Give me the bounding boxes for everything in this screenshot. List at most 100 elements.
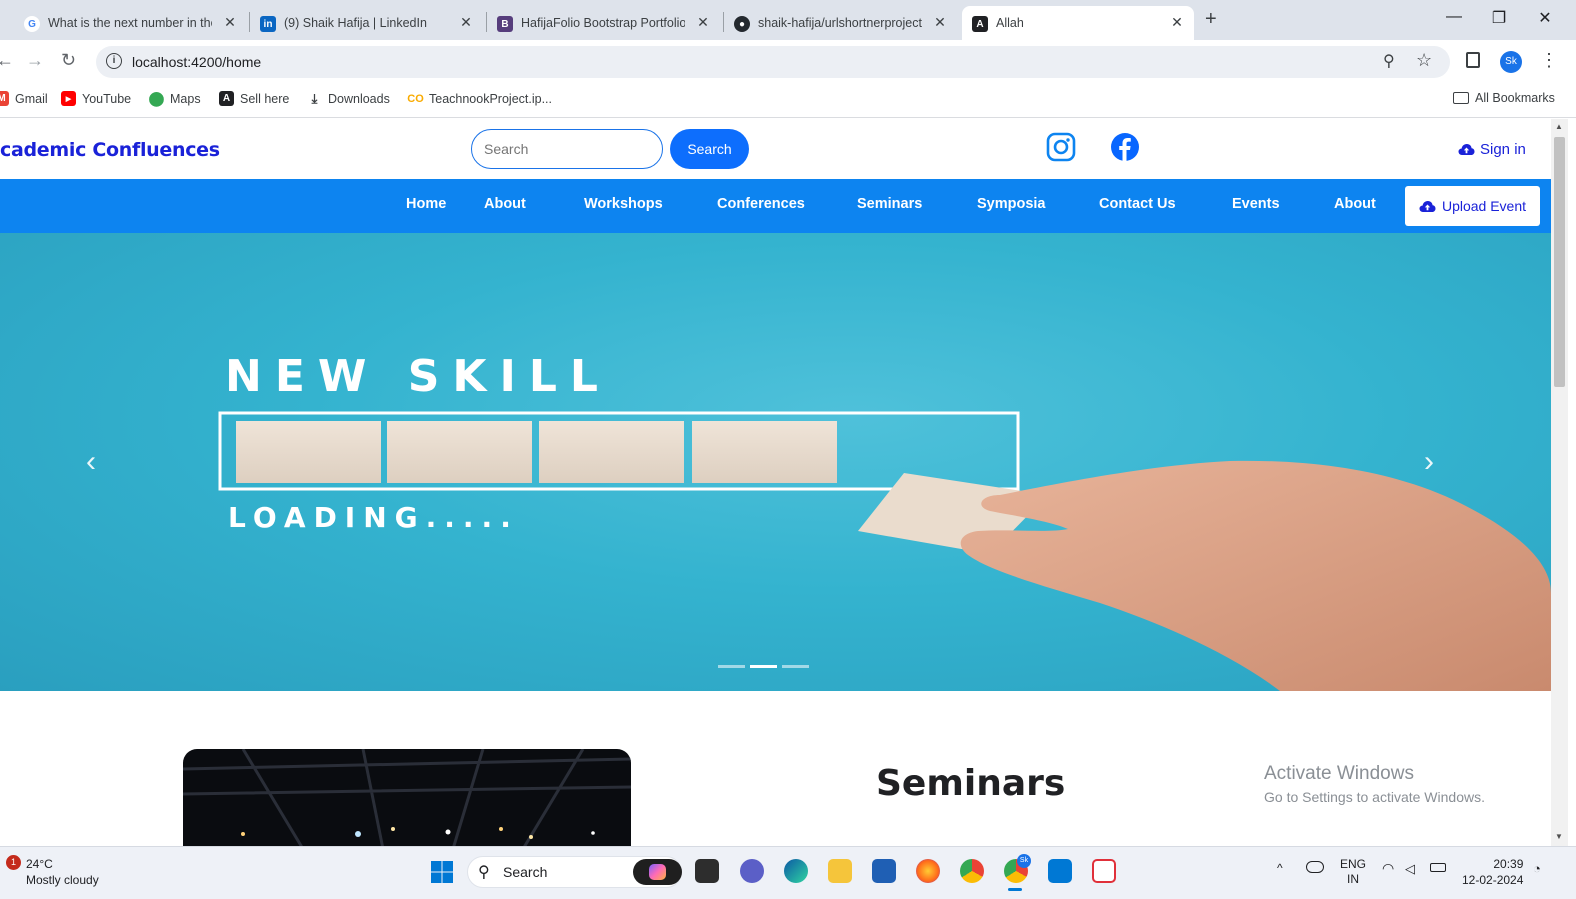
nav-workshops[interactable]: Workshops xyxy=(584,196,663,212)
task-view-icon[interactable] xyxy=(695,859,719,883)
hero-carousel: NEW SKILL LOADING..... ‹ › xyxy=(0,233,1551,691)
notification-icon[interactable]: ◔ xyxy=(1533,861,1541,876)
linkedin-icon: in xyxy=(260,16,276,32)
microsoft-store-icon[interactable] xyxy=(872,859,896,883)
nav-about[interactable]: About xyxy=(484,196,526,212)
site-brand[interactable]: cademic Confluences xyxy=(0,139,220,161)
system-clock[interactable]: 20:39 12-02-2024 xyxy=(1462,856,1523,888)
sign-in-link[interactable]: Sign in xyxy=(1458,141,1526,158)
browser-tab-linkedin[interactable]: in (9) Shaik Hafija | LinkedIn ✕ xyxy=(260,6,475,40)
onedrive-icon[interactable] xyxy=(1306,861,1324,873)
carousel-next-icon[interactable]: › xyxy=(1424,445,1434,479)
upload-event-button[interactable]: Upload Event xyxy=(1405,186,1540,226)
close-tab-icon[interactable]: ✕ xyxy=(694,14,712,31)
bookmark-label: TeachnookProject.ip... xyxy=(429,91,552,106)
bookmark-sell-here[interactable]: A Sell here xyxy=(219,91,289,106)
nav-events[interactable]: Events xyxy=(1232,196,1280,212)
bookmark-label: Maps xyxy=(170,91,201,106)
new-tab-button[interactable]: + xyxy=(1205,8,1217,31)
bookmark-label: Gmail xyxy=(15,91,48,106)
nav-home[interactable]: Home xyxy=(406,196,446,212)
bookmark-teachnook[interactable]: CO TeachnookProject.ip... xyxy=(407,91,552,106)
nav-about-2[interactable]: About xyxy=(1334,196,1376,212)
cloud-upload-icon xyxy=(1419,200,1436,212)
nav-conferences[interactable]: Conferences xyxy=(717,196,805,212)
taskbar-search-label: Search xyxy=(503,864,548,880)
close-tab-icon[interactable]: ✕ xyxy=(931,14,949,31)
restore-icon[interactable]: ❐ xyxy=(1484,8,1514,28)
folder-icon xyxy=(1453,92,1469,104)
teams-chat-icon[interactable] xyxy=(740,859,764,883)
scrollbar-thumb[interactable] xyxy=(1554,137,1565,387)
carousel-slide-image xyxy=(218,411,1551,691)
firefox-icon[interactable] xyxy=(916,859,940,883)
instagram-icon[interactable] xyxy=(1046,132,1076,162)
back-arrow-icon[interactable]: ← xyxy=(0,50,14,71)
battery-icon[interactable] xyxy=(1430,863,1446,872)
site-search-button[interactable]: Search xyxy=(670,129,749,169)
maps-icon: ⬤ xyxy=(148,90,165,106)
vscode-icon[interactable] xyxy=(1048,859,1072,883)
close-tab-icon[interactable]: ✕ xyxy=(1168,14,1186,31)
carousel-prev-icon[interactable]: ‹ xyxy=(86,445,96,479)
windows-start-icon[interactable] xyxy=(430,860,454,884)
weather-temp: 24°C xyxy=(26,857,53,871)
file-explorer-icon[interactable] xyxy=(828,859,852,883)
tab-divider xyxy=(723,12,724,32)
snipping-tool-icon[interactable] xyxy=(1092,859,1116,883)
seminar-photo xyxy=(183,749,631,849)
bookmark-star-icon[interactable]: ☆ xyxy=(1416,50,1432,71)
site-search-input[interactable] xyxy=(471,129,663,169)
bookmark-downloads[interactable]: ⤓ Downloads xyxy=(307,91,390,106)
search-icon: ⚲ xyxy=(478,864,490,881)
bootstrap-icon: B xyxy=(497,16,513,32)
facebook-icon[interactable] xyxy=(1110,132,1140,162)
minimize-icon[interactable]: — xyxy=(1439,8,1469,26)
address-bar[interactable]: i localhost:4200/home ⚲ ☆ xyxy=(96,46,1450,78)
activate-title: Activate Windows xyxy=(1264,763,1414,784)
reload-icon[interactable]: ↻ xyxy=(61,50,76,71)
carousel-indicator-3[interactable] xyxy=(782,665,809,668)
google-icon: G xyxy=(24,16,40,32)
bookmark-gmail[interactable]: M Gmail xyxy=(0,91,48,106)
wifi-icon[interactable]: ◠ xyxy=(1382,861,1394,876)
nav-seminars[interactable]: Seminars xyxy=(857,196,922,212)
site-info-icon[interactable]: i xyxy=(106,53,122,69)
close-window-icon[interactable]: ✕ xyxy=(1530,8,1560,28)
bookmark-label: All Bookmarks xyxy=(1475,91,1555,105)
volume-icon[interactable]: ◁ xyxy=(1405,861,1415,876)
activate-windows-watermark: Activate Windows Go to Settings to activ… xyxy=(1264,763,1485,805)
carousel-indicator-1[interactable] xyxy=(718,665,745,668)
github-icon: ● xyxy=(734,16,750,32)
language-indicator[interactable]: ENG IN xyxy=(1340,857,1366,887)
bookmark-label: YouTube xyxy=(82,91,132,106)
nav-symposia[interactable]: Symposia xyxy=(977,196,1046,212)
browser-tab-google[interactable]: G What is the next number in the ✕ xyxy=(24,6,239,40)
page-scrollbar[interactable]: ▲ ▼ xyxy=(1551,119,1568,846)
edge-icon[interactable] xyxy=(784,859,808,883)
gmail-icon: M xyxy=(0,91,9,106)
close-tab-icon[interactable]: ✕ xyxy=(457,14,475,31)
copilot-icon[interactable] xyxy=(633,859,682,885)
sign-in-label: Sign in xyxy=(1480,141,1526,158)
zoom-icon[interactable]: ⚲ xyxy=(1383,51,1395,71)
chrome-icon[interactable] xyxy=(960,859,984,883)
scroll-up-icon[interactable]: ▲ xyxy=(1555,122,1563,131)
browser-tab-github[interactable]: ● shaik-hafija/urlshortnerproject ✕ xyxy=(734,6,949,40)
bookmark-label: Sell here xyxy=(240,91,290,106)
forward-arrow-icon[interactable]: → xyxy=(26,50,44,71)
profile-avatar[interactable]: Sk xyxy=(1500,51,1522,73)
scroll-down-icon[interactable]: ▼ xyxy=(1555,832,1563,841)
all-bookmarks[interactable]: All Bookmarks xyxy=(1453,91,1555,105)
nav-contact-us[interactable]: Contact Us xyxy=(1099,196,1176,212)
browser-tab-active[interactable]: A Allah ✕ xyxy=(962,6,1194,40)
bookmark-youtube[interactable]: ▶ YouTube xyxy=(61,91,131,106)
close-tab-icon[interactable]: ✕ xyxy=(221,14,239,31)
weather-widget[interactable]: 24°C Mostly cloudy xyxy=(26,856,99,888)
bookmark-maps[interactable]: ⬤ Maps xyxy=(148,90,201,106)
menu-kebab-icon[interactable]: ⋮ xyxy=(1540,50,1558,71)
browser-tab-bootstrap[interactable]: B HafijaFolio Bootstrap Portfolio T ✕ xyxy=(497,6,712,40)
carousel-indicator-2[interactable] xyxy=(750,665,777,668)
tray-overflow-icon[interactable]: ^ xyxy=(1277,861,1283,876)
side-panel-icon[interactable] xyxy=(1466,52,1480,68)
